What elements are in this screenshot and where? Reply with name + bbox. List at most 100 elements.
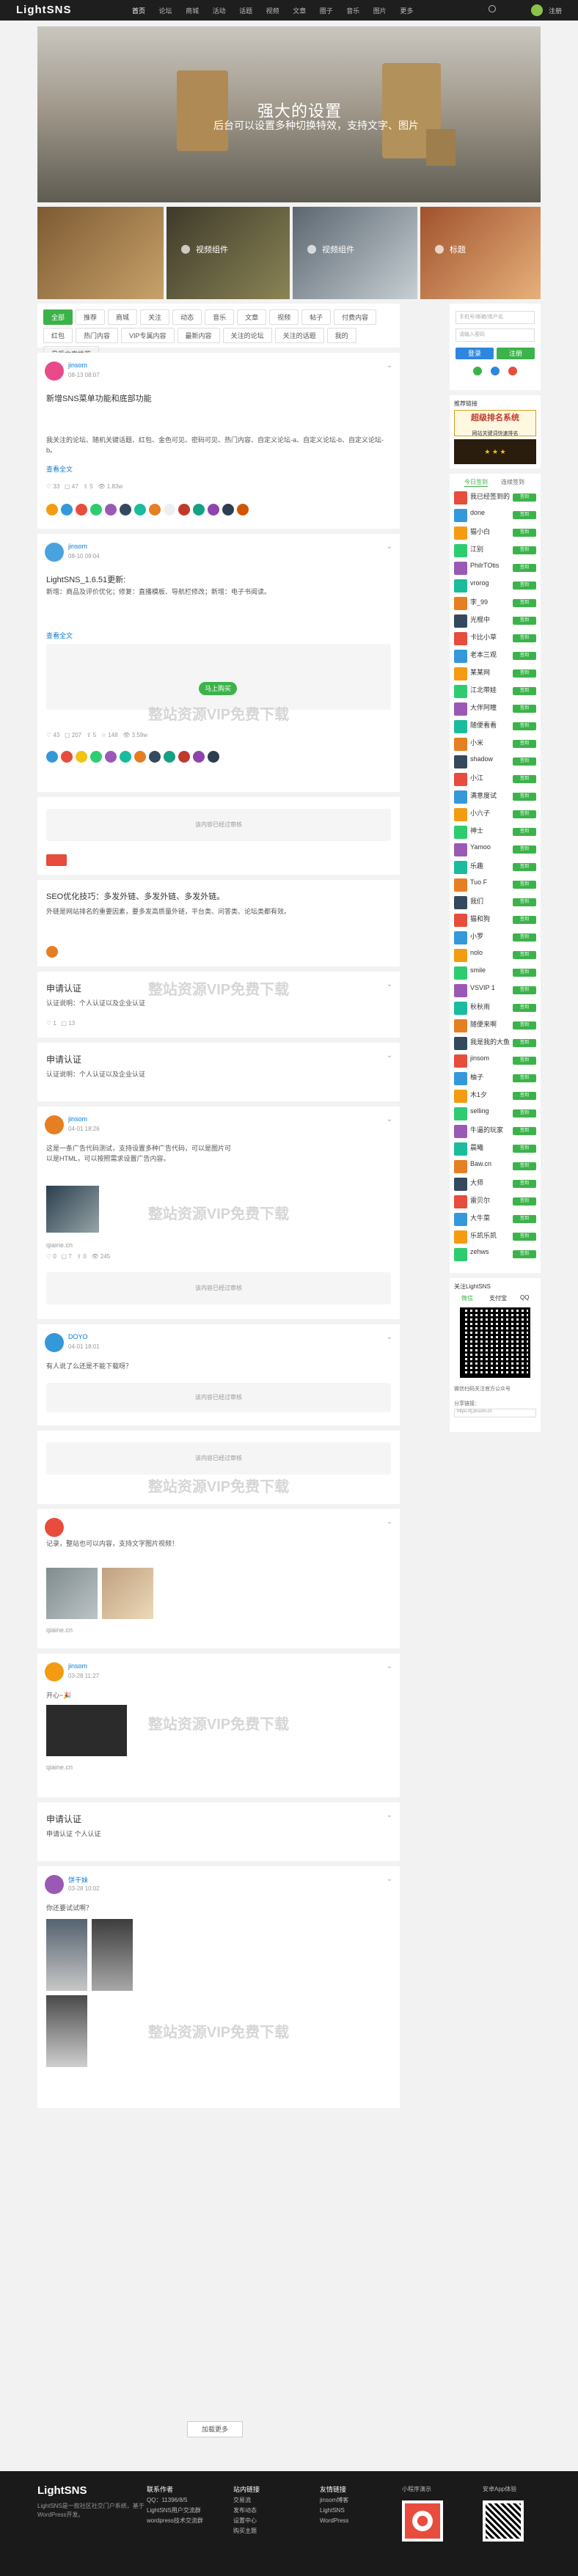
post-link[interactable]: qiaine.cn: [46, 1762, 73, 1772]
avatar[interactable]: [454, 491, 467, 504]
avatar[interactable]: [454, 1072, 467, 1085]
avatar[interactable]: [45, 1333, 64, 1352]
avatar[interactable]: [454, 1125, 467, 1138]
avatar[interactable]: [454, 1195, 467, 1208]
avatar[interactable]: [454, 738, 467, 751]
avatar[interactable]: [454, 562, 467, 575]
post-card[interactable]: 该内容已经过审核: [37, 797, 400, 875]
rank-item[interactable]: 光棍中 签到: [454, 613, 536, 629]
post-card[interactable]: ⌄ 记录，整站也可以内容，支持文字图片视频！ qiaine.cn: [37, 1509, 400, 1648]
tab-shop[interactable]: 商城: [108, 309, 138, 325]
avatar[interactable]: [45, 543, 64, 562]
avatar[interactable]: [454, 1090, 467, 1103]
rank-name[interactable]: 我是我的大鱼: [470, 1037, 510, 1046]
tab-post[interactable]: 帖子: [301, 309, 332, 325]
avatar[interactable]: [454, 597, 467, 610]
thumb-card[interactable]: 标题: [420, 207, 541, 299]
tab-continuous-checkin[interactable]: 连续签到: [501, 478, 524, 486]
rank-item[interactable]: 秋秋雨 签到: [454, 1000, 536, 1016]
rank-name[interactable]: 木1夕: [470, 1090, 487, 1099]
avatar[interactable]: [454, 755, 467, 768]
rank-item[interactable]: Baw.cn 签到: [454, 1159, 536, 1175]
post-link[interactable]: qiaine.cn: [46, 1240, 73, 1250]
avatar[interactable]: [454, 790, 467, 804]
rank-name[interactable]: 神士: [470, 826, 483, 835]
tab-dynamic[interactable]: 动态: [172, 309, 202, 325]
avatar[interactable]: [454, 773, 467, 786]
rank-item[interactable]: 雷贝尔 签到: [454, 1194, 536, 1210]
login-button[interactable]: 登录: [456, 348, 494, 359]
tab-recommend[interactable]: 推荐: [76, 309, 106, 325]
post-image[interactable]: [102, 1568, 153, 1619]
rank-item[interactable]: vrorog 签到: [454, 578, 536, 594]
chevron-down-icon[interactable]: ⌄: [387, 1115, 392, 1123]
nav-video[interactable]: 视频: [266, 7, 279, 15]
post-card[interactable]: jinsom 03-28 11:27 ⌄ 开心~🎉 qiaine.cn 整站资源…: [37, 1654, 400, 1797]
rank-item[interactable]: 猫小白 签到: [454, 525, 536, 541]
rank-name[interactable]: 大牛菜: [470, 1213, 490, 1222]
password-input[interactable]: 请输入密码: [456, 329, 535, 342]
avatar[interactable]: [454, 1002, 467, 1015]
hero-banner[interactable]: 强大的设置 后台可以设置多种切换特效，支持文字、图片: [37, 26, 541, 202]
rank-item[interactable]: 晨曦 签到: [454, 1141, 536, 1157]
rank-item[interactable]: 李_99 签到: [454, 595, 536, 612]
rank-item[interactable]: jinsom 签到: [454, 1053, 536, 1069]
avatar[interactable]: [454, 914, 467, 927]
rank-item[interactable]: 牛逼的玩家 签到: [454, 1123, 536, 1140]
rank-item[interactable]: 木1夕 签到: [454, 1088, 536, 1104]
rank-item[interactable]: Tuo F 签到: [454, 877, 536, 893]
chevron-down-icon[interactable]: ⌄: [387, 980, 392, 988]
chevron-down-icon[interactable]: ⌄: [387, 362, 392, 370]
nav-music[interactable]: 音乐: [346, 7, 359, 15]
tab-redpacket[interactable]: 红包: [43, 328, 73, 343]
post-card[interactable]: 该内容已经过审核 整站资源VIP免费下载: [37, 1431, 400, 1504]
rank-item[interactable]: 随便看看 签到: [454, 719, 536, 735]
rank-name[interactable]: 光棍中: [470, 614, 490, 624]
nav-article[interactable]: 文章: [293, 7, 306, 15]
rank-item[interactable]: 柚子 签到: [454, 1071, 536, 1087]
post-link[interactable]: qiaine.cn: [46, 1625, 73, 1635]
rank-item[interactable]: VSVIP 1 签到: [454, 983, 536, 999]
rank-name[interactable]: 大师: [470, 1178, 483, 1187]
tab-today-checkin[interactable]: 今日签到: [464, 478, 488, 487]
nav-image[interactable]: 图片: [373, 7, 387, 15]
rank-name[interactable]: 某某网: [470, 667, 490, 677]
post-image[interactable]: [92, 1919, 133, 1991]
rank-item[interactable]: 神士 签到: [454, 824, 536, 840]
post-image[interactable]: [46, 1995, 87, 2067]
rank-name[interactable]: Baw.cn: [470, 1160, 491, 1167]
register-link[interactable]: 注册: [549, 6, 562, 15]
nav-forum[interactable]: 论坛: [159, 7, 172, 15]
avatar[interactable]: [454, 1230, 467, 1244]
avatar[interactable]: [45, 1115, 64, 1134]
rank-name[interactable]: 猫和狗: [470, 914, 490, 923]
chevron-down-icon[interactable]: ⌄: [387, 1662, 392, 1670]
tab-follow-forum[interactable]: 关注的论坛: [222, 328, 272, 343]
avatar[interactable]: [454, 667, 467, 680]
avatar[interactable]: [454, 1107, 467, 1120]
post-title[interactable]: 申请认证: [46, 1813, 81, 1825]
avatar[interactable]: [454, 896, 467, 909]
rank-name[interactable]: 小罗: [470, 931, 483, 941]
avatar[interactable]: [454, 650, 467, 663]
tab-music[interactable]: 音乐: [205, 309, 235, 325]
rank-item[interactable]: nolo 签到: [454, 947, 536, 964]
rank-item[interactable]: 乐趣 签到: [454, 859, 536, 876]
wechat-icon[interactable]: [473, 367, 482, 375]
share-url-input[interactable]: https://lj.jinsom.cn: [454, 1409, 536, 1417]
read-more-link[interactable]: 查看全文: [46, 464, 73, 474]
avatar[interactable]: [454, 685, 467, 698]
thumb-card[interactable]: 视频组件: [293, 207, 417, 299]
rank-item[interactable]: zehws 签到: [454, 1247, 536, 1263]
chevron-down-icon[interactable]: ⌄: [387, 1052, 392, 1060]
rank-name[interactable]: 晨曦: [470, 1142, 483, 1152]
tab-video[interactable]: 视频: [269, 309, 299, 325]
post-image[interactable]: [46, 1919, 87, 1991]
tab-all[interactable]: 全部: [43, 309, 73, 325]
rank-item[interactable]: shadow 签到: [454, 754, 536, 770]
avatar[interactable]: [454, 614, 467, 628]
rank-item[interactable]: 某某网 签到: [454, 666, 536, 682]
rank-name[interactable]: 乐趣: [470, 861, 483, 870]
avatar[interactable]: [454, 808, 467, 821]
thumb-card[interactable]: [37, 207, 164, 299]
